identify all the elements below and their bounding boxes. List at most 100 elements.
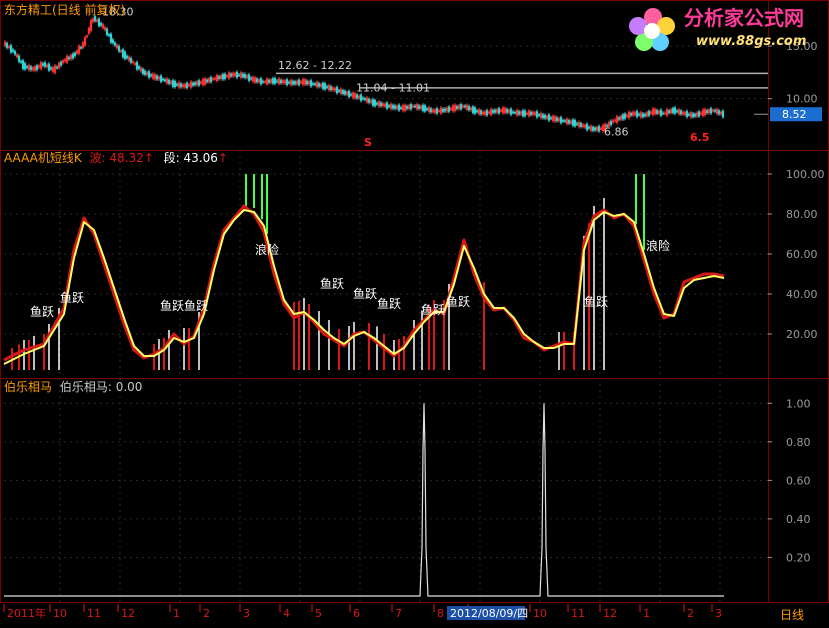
time-axis-label: 6: [353, 607, 360, 620]
price-candle-body: [593, 127, 597, 131]
price-candle-body: [393, 105, 397, 109]
price-candle-body: [121, 49, 125, 58]
price-candle-body: [421, 104, 425, 111]
wave-up-arrow-icon: ↑: [143, 151, 154, 165]
price-candle-body: [13, 51, 17, 55]
price-candle-body: [441, 108, 445, 112]
price-candle-body: [513, 112, 517, 114]
price-candle-body: [241, 73, 245, 78]
time-axis-label: 11: [87, 607, 101, 620]
price-candle-body: [417, 105, 421, 109]
price-candle-body: [329, 86, 333, 91]
price-candle-body: [79, 47, 83, 49]
price-candle-body: [497, 108, 501, 114]
price-candle-body: [521, 110, 525, 117]
signal-marker-label: 鱼跃: [377, 297, 401, 311]
price-candle-body: [491, 110, 495, 113]
price-candle-body: [541, 114, 545, 119]
price-candle-body: [143, 70, 147, 75]
price-candle-body: [413, 105, 417, 108]
price-candle-body: [367, 98, 371, 103]
signal-marker-label: 鱼跃: [184, 299, 208, 313]
price-candle-body: [149, 74, 153, 77]
price-candle-body: [511, 111, 515, 114]
price-candle-body: [323, 83, 327, 90]
price-candle-body: [193, 82, 197, 86]
price-candle-body: [697, 111, 701, 117]
price-candle-body: [673, 107, 677, 114]
price-candle-body: [655, 110, 659, 114]
price-candle-body: [425, 108, 429, 111]
price-candle-body: [47, 63, 51, 71]
price-candle-body: [571, 119, 575, 126]
price-candle-body: [191, 82, 195, 86]
chart-canvas[interactable]: 15.0010.008.5218.3012.62 - 12.2211.04 - …: [0, 0, 829, 628]
price-candle-body: [373, 100, 377, 107]
price-candle-body: [575, 123, 579, 125]
price-candle-body: [285, 79, 289, 86]
price-candle-body: [59, 61, 63, 66]
price-candle-body: [173, 81, 177, 88]
watermark-text: 分析家公式网: [684, 6, 804, 30]
price-candle-body: [493, 109, 497, 113]
price-candle-body: [23, 63, 27, 70]
price-candle-body: [217, 76, 221, 79]
price-candle-body: [635, 110, 639, 118]
price-candle-body: [585, 123, 589, 131]
bole-panel-title: 伯乐相马 伯乐相马: 0.00: [4, 380, 142, 394]
signal-marker-label: 鱼跃: [60, 291, 84, 305]
price-candle-body: [385, 102, 389, 109]
price-candle-body: [659, 109, 663, 116]
price-candle-body: [49, 67, 53, 70]
price-candle-body: [717, 110, 721, 115]
price-candle-body: [279, 79, 283, 84]
price-candle-body: [705, 110, 709, 114]
segment-label: 段:: [163, 151, 180, 165]
price-candle-body: [325, 86, 329, 88]
price-candle-body: [435, 108, 439, 114]
price-candle-body: [155, 75, 159, 80]
price-candle-body: [175, 84, 179, 86]
price-candle-body: [617, 117, 621, 120]
indicator-y-tick-label: 80.00: [786, 208, 818, 221]
price-candle-body: [579, 123, 583, 127]
price-candle-body: [167, 79, 171, 84]
price-candle-body: [709, 108, 713, 114]
price-candle-body: [129, 57, 133, 63]
price-candle-body: [109, 33, 113, 43]
price-candle-body: [721, 110, 725, 118]
price-candle-body: [99, 23, 103, 26]
price-candle-body: [317, 83, 321, 87]
price-candle-body: [111, 39, 115, 44]
price-candle-body: [429, 108, 433, 113]
price-candle-body: [243, 73, 247, 78]
time-axis-label: 8: [437, 607, 444, 620]
price-candle-body: [463, 105, 467, 108]
time-axis-label: 10: [53, 607, 67, 620]
price-candle-body: [311, 83, 315, 85]
price-candle-body: [447, 106, 451, 112]
price-candle-body: [629, 113, 633, 116]
price-candle-body: [555, 117, 559, 122]
wave-label: 波:: [89, 151, 106, 165]
price-candle-body: [291, 81, 295, 85]
price-candle-body: [159, 75, 163, 82]
wave-value: 48.32: [109, 151, 144, 165]
price-candle-body: [567, 120, 571, 124]
price-candle-body: [371, 99, 375, 106]
price-candle-body: [73, 52, 77, 57]
time-axis-label: 1: [173, 607, 180, 620]
price-candle-body: [93, 16, 97, 22]
price-candle-body: [643, 113, 647, 117]
price-y-tick-label: 10.00: [786, 93, 818, 106]
price-candle-body: [363, 98, 367, 100]
price-candle-body: [559, 117, 563, 124]
time-axis-label: 1: [643, 607, 650, 620]
signal-marker-label: 浪险: [255, 242, 279, 257]
indicator-panel-title: AAAA机短线K 波: 48.32↑ 段: 43.06↑: [4, 151, 228, 165]
price-candle-body: [17, 55, 21, 62]
price-candle-body: [379, 102, 383, 107]
period-label: 日线: [780, 608, 804, 622]
range-annotation: 11.04 - 11.01: [356, 82, 430, 95]
price-candle-body: [229, 73, 233, 77]
